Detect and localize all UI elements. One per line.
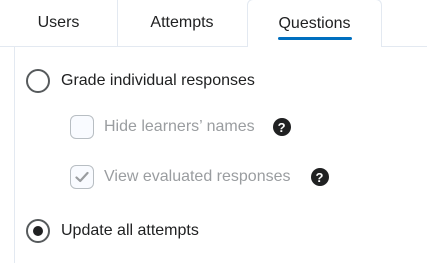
update-all-radio[interactable] [26, 219, 50, 243]
tab-questions-label: Questions [278, 15, 351, 32]
update-all-option[interactable]: Update all attempts [26, 219, 199, 243]
grade-individual-radio[interactable] [26, 69, 50, 93]
tab-bar: Users Attempts Questions [0, 0, 427, 47]
view-evaluated-checkbox[interactable] [70, 165, 94, 189]
tab-users-label: Users [37, 14, 80, 31]
view-evaluated-option[interactable]: View evaluated responses ? [70, 165, 329, 189]
tab-attempts-label: Attempts [150, 14, 214, 31]
tab-attempts[interactable]: Attempts [117, 0, 247, 47]
checkmark-icon [75, 171, 89, 183]
panel-left-border [14, 47, 15, 263]
grade-individual-label: Grade individual responses [61, 72, 255, 89]
grade-individual-option[interactable]: Grade individual responses [26, 69, 255, 93]
questions-panel: Grade individual responses Hide learners… [0, 47, 427, 263]
tab-questions[interactable]: Questions [247, 0, 382, 47]
update-all-label: Update all attempts [61, 222, 199, 239]
help-icon[interactable]: ? [272, 118, 291, 136]
help-icon[interactable]: ? [310, 168, 329, 186]
hide-names-checkbox[interactable] [70, 115, 94, 139]
hide-names-label: Hide learners’ names [104, 118, 255, 135]
help-icon-glyph: ? [277, 119, 286, 135]
hide-names-option[interactable]: Hide learners’ names ? [70, 115, 291, 139]
view-evaluated-label: View evaluated responses [104, 168, 291, 185]
active-tab-indicator [278, 37, 352, 40]
radio-selected-dot [33, 226, 43, 236]
help-icon-glyph: ? [315, 169, 324, 185]
tab-users[interactable]: Users [0, 0, 117, 47]
